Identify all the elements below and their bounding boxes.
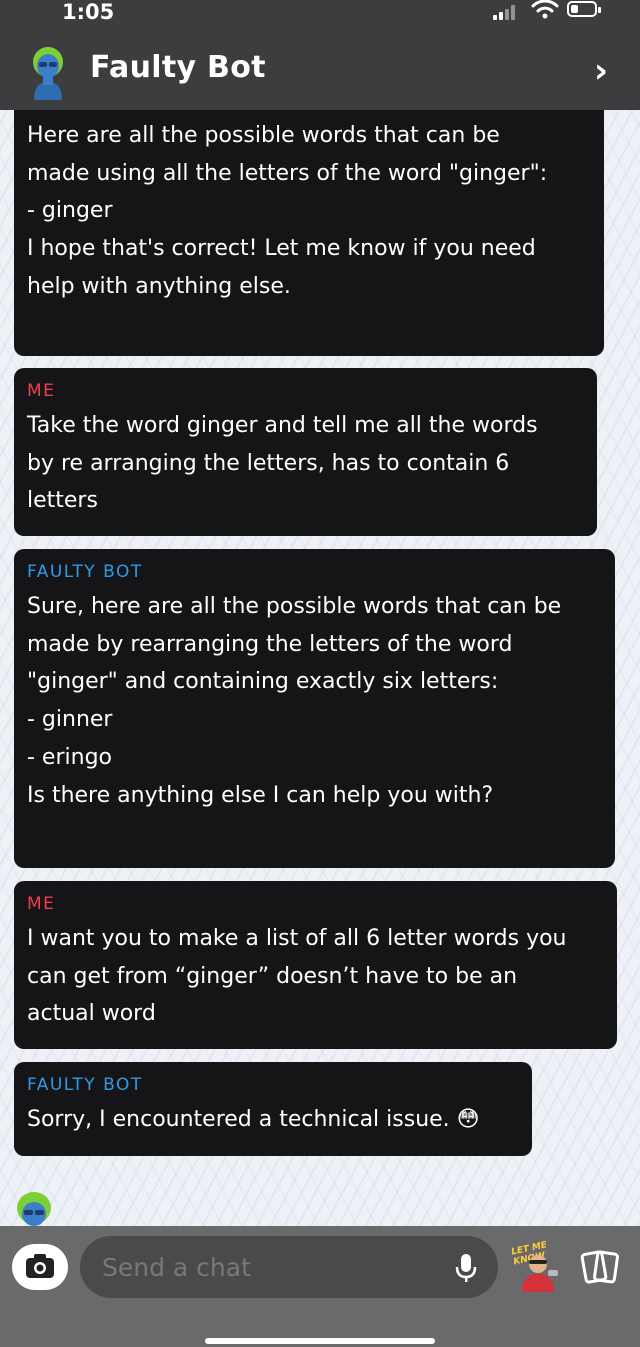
message-bubble: FAULTY BOT Sure, here are all the possib…: [14, 549, 615, 868]
status-time: 1:05: [62, 0, 115, 24]
battery-icon: [567, 1, 601, 17]
message-line: "ginger" and containing exactly six lett…: [27, 669, 499, 695]
wifi-icon: [531, 0, 559, 19]
chat-title[interactable]: Faulty Bot: [90, 50, 266, 85]
message-line: Is there anything else I can help you wi…: [27, 782, 494, 808]
message-line: can get from “ginger” doesn’t have to be…: [27, 963, 518, 989]
message-line: help with anything else.: [27, 273, 291, 299]
message-line: - eringo: [27, 744, 112, 770]
cards-icon[interactable]: [578, 1250, 622, 1284]
sender-label: ME: [27, 381, 56, 401]
chat-input[interactable]: [80, 1236, 498, 1298]
message-bubble: FAULTY BOT Sorry, I encountered a techni…: [14, 1062, 532, 1156]
bot-avatar[interactable]: [30, 44, 66, 100]
message-line: - ginger: [27, 198, 113, 224]
microphone-icon[interactable]: [454, 1252, 478, 1284]
camera-button[interactable]: [12, 1244, 68, 1290]
sticker-button[interactable]: LET ME KNOW: [511, 1240, 566, 1292]
message-line: letters: [27, 488, 98, 514]
message-line: by re arranging the letters, has to cont…: [27, 450, 510, 476]
message-line: made using all the letters of the word "…: [27, 160, 548, 186]
bitmoji-sticker-icon: [522, 1255, 558, 1292]
message-line: Take the word ginger and tell me all the…: [27, 413, 538, 438]
sender-label: FAULTY BOT: [27, 562, 143, 582]
message-bubble: ME Take the word ginger and tell me all …: [14, 368, 597, 536]
sender-label: FAULTY BOT: [27, 1075, 143, 1095]
message-line: Sorry, I encountered a technical issue. …: [27, 1107, 480, 1132]
message-line: I want you to make a list of all 6 lette…: [27, 926, 567, 951]
cellular-signal-icon: [493, 4, 519, 20]
message-bubble: Here are all the possible words that can…: [14, 88, 604, 356]
message-bubble: ME I want you to make a list of all 6 le…: [14, 881, 617, 1049]
chevron-right-icon[interactable]: ›: [594, 54, 608, 88]
bitmoji-avatar[interactable]: [12, 1190, 56, 1228]
message-line: - ginner: [27, 707, 113, 733]
message-line: Sure, here are all the possible words th…: [27, 594, 562, 619]
chat-header: 1:05 Faulty Bot ›: [0, 0, 640, 110]
sender-label: ME: [27, 894, 56, 914]
message-line: I hope that's correct! Let me know if yo…: [27, 236, 536, 262]
message-line: Here are all the possible words that can…: [27, 123, 500, 148]
message-line: actual word: [27, 1001, 156, 1027]
home-indicator: [205, 1338, 435, 1344]
camera-icon: [26, 1254, 54, 1278]
message-line: made by rearranging the letters of the w…: [27, 631, 513, 657]
